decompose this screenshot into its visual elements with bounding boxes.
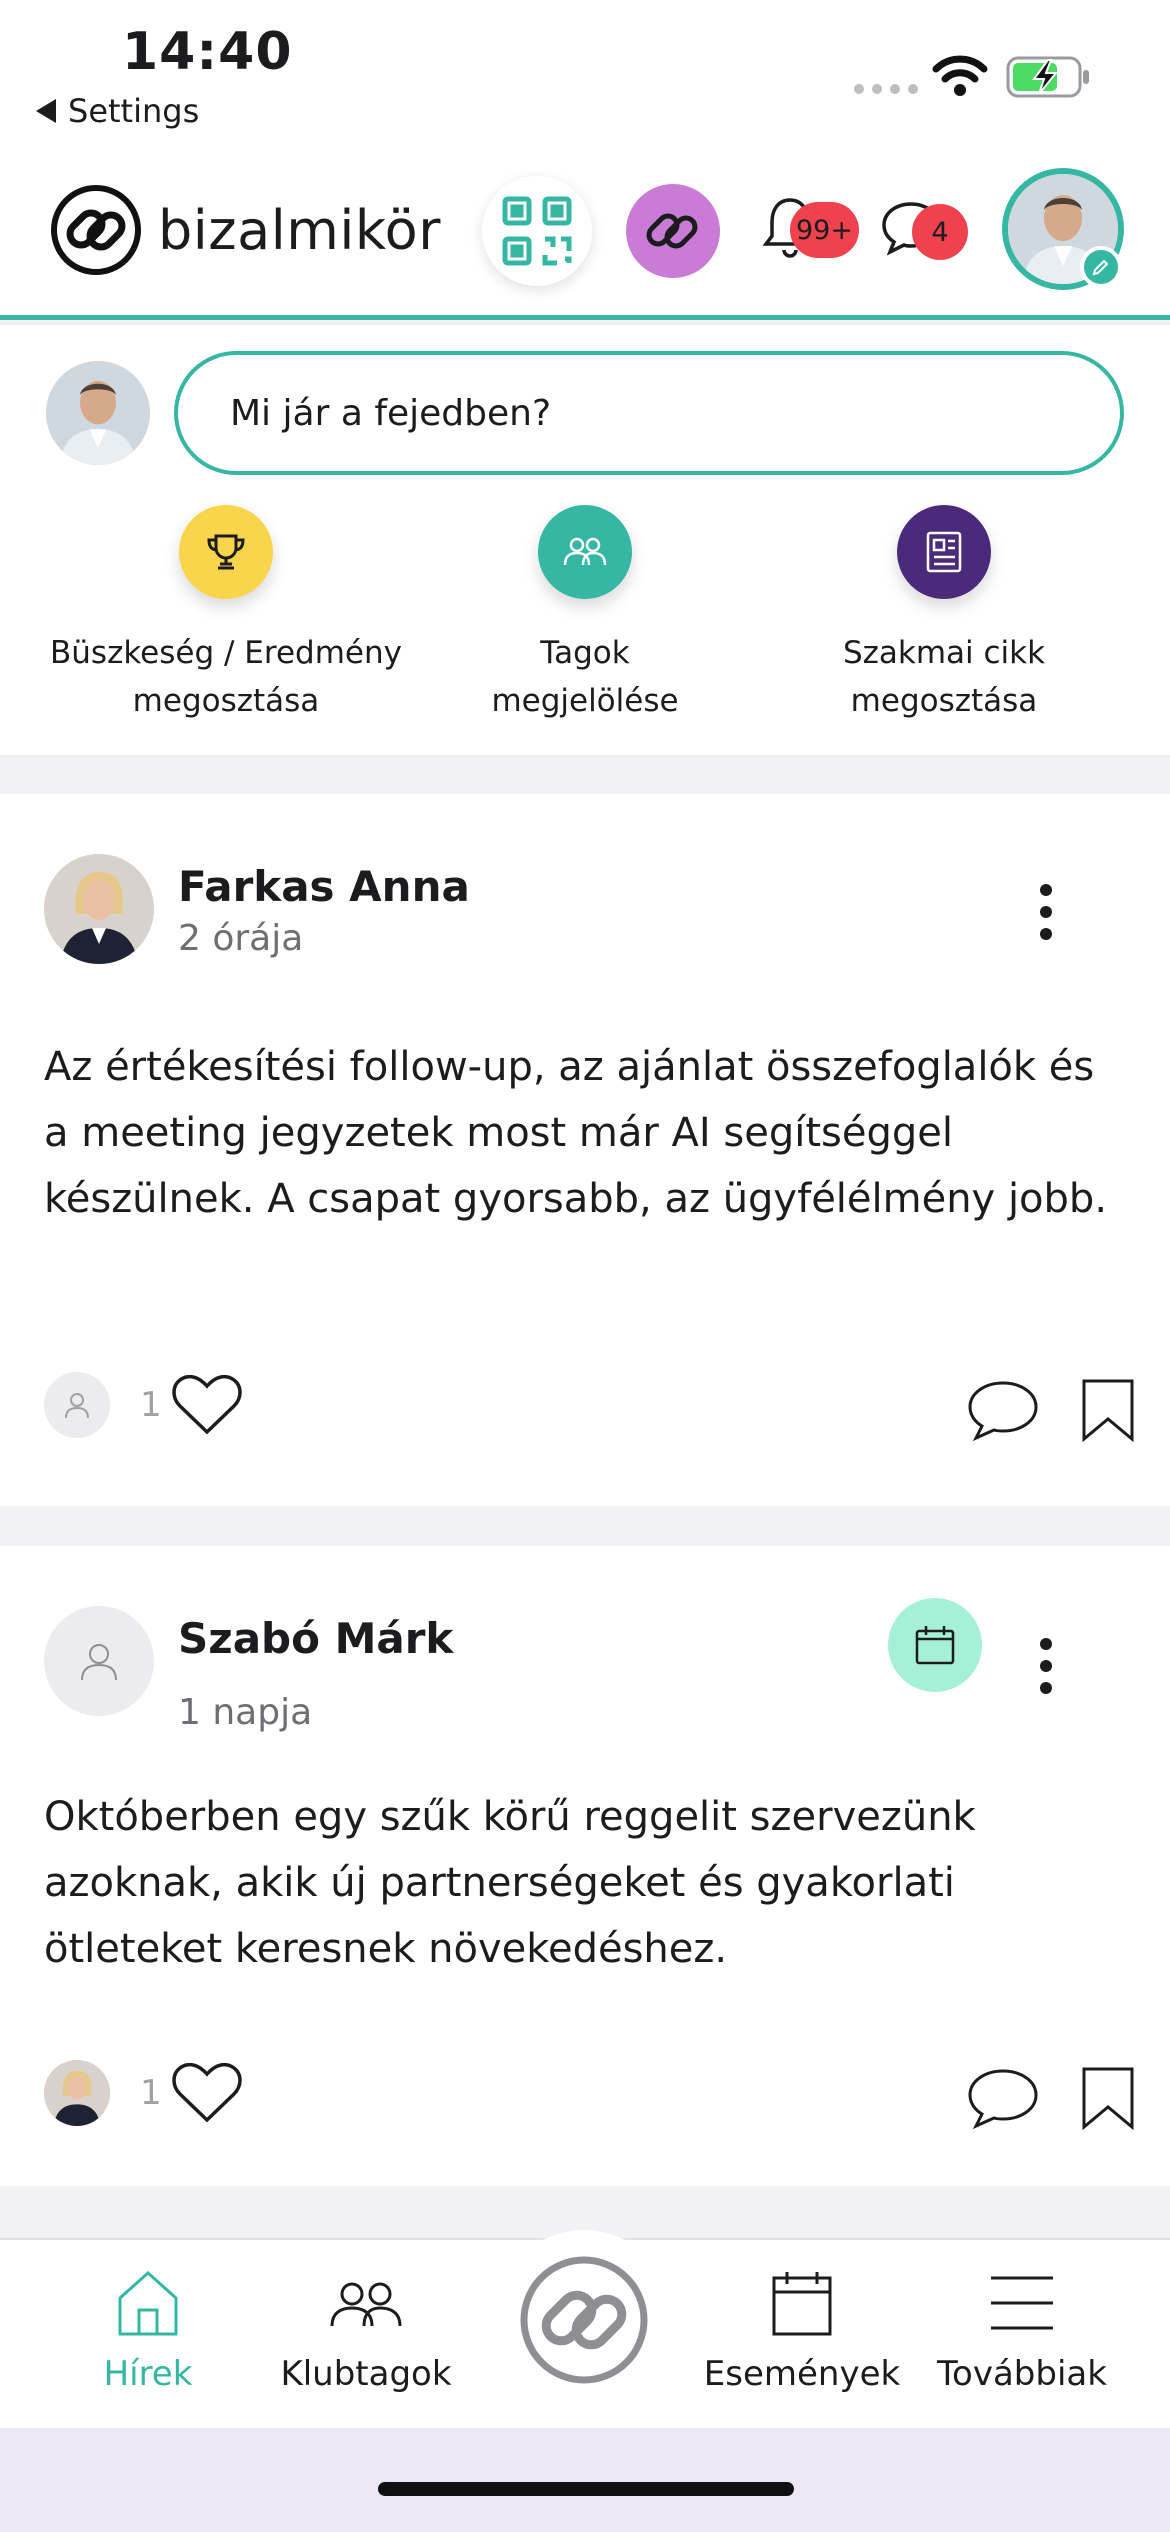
qr-code-button[interactable] [482,176,592,286]
like-count: 1 [140,1385,162,1425]
tab-label: Hírek [103,2354,193,2394]
bookmark-icon[interactable] [1080,2066,1136,2130]
cellular-signal-icon [854,84,918,94]
home-indicator-area [0,2428,1170,2532]
post-composer: Mi jár a fejedben? Büszkeség / Eredmény … [0,325,1170,755]
heart-icon[interactable] [170,2060,244,2126]
back-label: Settings [68,92,200,130]
members-icon [538,505,632,599]
bottom-tab-bar: Hírek Klubtagok Események Továbbiak [0,2230,1170,2428]
like-count: 1 [140,2073,162,2113]
center-logo-button[interactable] [494,2230,674,2410]
edit-profile-button[interactable] [1080,246,1122,288]
comment-icon[interactable] [966,1378,1040,1442]
action-label-line2: megosztása [850,683,1038,719]
chain-logo-icon [520,2256,648,2384]
tab-label: Továbbiak [937,2354,1107,2394]
post-actions [966,1378,1136,1442]
calendar-icon [772,2272,832,2336]
post-author[interactable]: Szabó Márk [178,1614,453,1663]
tag-members-button[interactable]: Tagok megjelölése [395,505,775,725]
tab-klubtagok[interactable]: Klubtagok [266,2268,466,2394]
battery-charging-icon [1006,56,1089,98]
share-article-button[interactable]: Szakmai cikk megosztása [754,505,1134,725]
notifications-button[interactable]: 99+ [760,194,859,274]
user-placeholder-icon [81,1644,117,1681]
post-time: 1 napja [178,1692,313,1733]
user-photo [46,361,150,465]
trophy-icon [179,505,273,599]
share-achievement-button[interactable]: Büszkeség / Eredmény megosztása [36,505,416,725]
members-icon [330,2282,402,2327]
messages-badge: 4 [912,204,968,260]
post-body: Az értékesítési follow-up, az ajánlat ös… [44,1044,1108,1222]
comment-icon[interactable] [966,2066,1040,2130]
app-header: bizalmikör 99+ 4 [0,160,1170,320]
post-body: Októberben egy szűk körű reggelit szerve… [44,1794,976,1972]
tab-esemenyek[interactable]: Események [702,2268,902,2394]
status-bar: 14:40 Settings [0,0,1170,160]
avatar[interactable] [44,1606,154,1716]
back-arrow-icon [36,99,56,123]
tab-label: Események [703,2354,901,2394]
action-label-line2: megjelölése [491,683,679,719]
avatar[interactable] [44,854,154,964]
post-time: 2 órája [178,918,304,959]
action-label-line1: Tagok [540,635,630,671]
chain-logo-icon [51,185,141,275]
home-indicator[interactable] [378,2482,794,2496]
post-menu-button[interactable] [1040,884,1052,940]
action-label-line2: megosztása [132,683,320,719]
messages-button[interactable]: 4 [880,196,970,276]
post-author[interactable]: Farkas Anna [178,862,470,911]
back-to-settings-link[interactable]: Settings [36,92,199,130]
feed-post: Szabó Márk 1 napja Októberben egy szűk k… [0,1546,1170,2186]
action-label-line1: Szakmai cikk [842,635,1046,671]
circles-button[interactable] [626,184,720,278]
pencil-icon [1092,259,1109,276]
post-actions [966,2066,1136,2130]
logo-text: bizalmikör [158,198,441,262]
article-icon [897,505,991,599]
qr-code-icon [502,196,572,266]
tab-label: Klubtagok [280,2354,452,2394]
liker-avatar[interactable] [44,2060,110,2126]
liker-photo [44,2060,110,2126]
bookmark-icon[interactable] [1080,1378,1136,1442]
avatar [46,361,150,465]
event-tag-button[interactable] [888,1598,982,1692]
home-icon [118,2270,178,2336]
tab-hirek[interactable]: Hírek [48,2268,248,2394]
author-photo [44,854,154,964]
liker-avatar[interactable] [44,1372,110,1438]
menu-icon [991,2276,1053,2330]
feed-post: Farkas Anna 2 órája Az értékesítési foll… [0,794,1170,1506]
tab-tovabbiak[interactable]: Továbbiak [922,2268,1122,2394]
wifi-icon [932,55,988,96]
status-time: 14:40 [122,22,293,82]
user-placeholder-icon [65,1393,89,1419]
post-menu-button[interactable] [1040,1638,1052,1694]
heart-icon[interactable] [170,1372,244,1438]
chain-link-icon [646,213,698,249]
app-logo[interactable]: bizalmikör [50,184,441,276]
calendar-icon [915,1626,955,1665]
notifications-badge: 99+ [790,202,859,258]
post-input[interactable]: Mi jár a fejedben? [174,351,1124,475]
post-like-row: 1 [44,2060,244,2126]
action-label-line1: Büszkeség / Eredmény [50,635,402,671]
post-like-row: 1 [44,1372,244,1438]
